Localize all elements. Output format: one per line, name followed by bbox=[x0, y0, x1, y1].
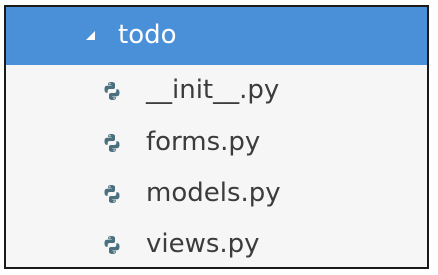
file-label: forms.py bbox=[146, 127, 261, 157]
folder-label: todo bbox=[118, 20, 177, 50]
python-file-icon bbox=[104, 134, 120, 152]
tree-file-views[interactable]: views.py bbox=[6, 221, 427, 267]
file-label: models.py bbox=[146, 178, 281, 208]
file-label: views.py bbox=[146, 229, 260, 259]
python-file-icon bbox=[104, 82, 120, 100]
python-file-icon bbox=[104, 185, 120, 203]
tree-file-models[interactable]: models.py bbox=[6, 170, 427, 218]
tree-file-forms[interactable]: forms.py bbox=[6, 119, 427, 167]
file-label: __init__.py bbox=[146, 75, 280, 105]
tree-file-init[interactable]: __init__.py bbox=[6, 67, 427, 115]
tree-folder-todo[interactable]: todo bbox=[6, 7, 427, 65]
file-tree: todo __init__.py forms.py models.py view… bbox=[4, 5, 429, 269]
expanded-triangle-icon[interactable] bbox=[86, 31, 95, 40]
python-file-icon bbox=[104, 236, 120, 254]
